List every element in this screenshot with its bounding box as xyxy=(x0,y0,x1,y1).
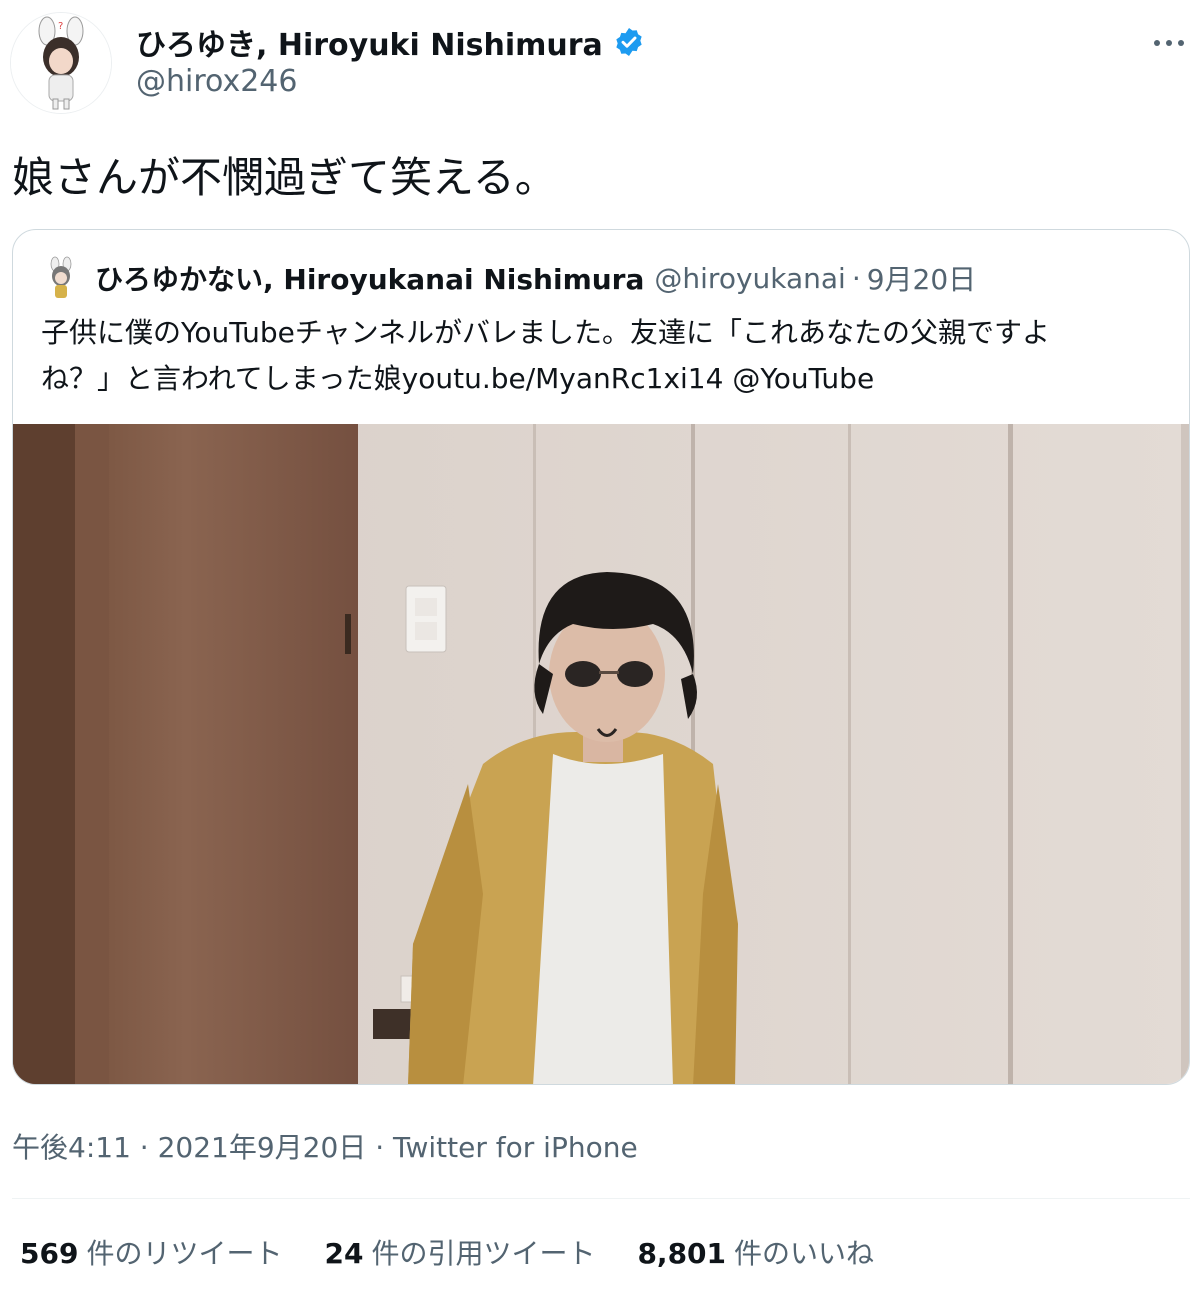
more-horizontal-icon xyxy=(1154,40,1184,46)
quoted-photo[interactable] xyxy=(13,424,1189,1084)
quoted-separator: · xyxy=(851,261,861,295)
author-name-row[interactable]: ひろゆき, Hiroyuki Nishimura xyxy=(136,20,645,64)
tweet-stats: 569 件のリツイート 24 件の引用ツイート 8,801 件のいいね xyxy=(20,1232,916,1272)
svg-text:?: ? xyxy=(58,21,63,32)
verified-badge-icon xyxy=(613,26,645,58)
tweet-meta: 午後4:11 · 2021年9月20日 · Twitter for iPhone xyxy=(12,1126,638,1166)
tweet-time[interactable]: 午後4:11 xyxy=(12,1131,131,1164)
tweet-text: 娘さんが不憫過ぎて笑える。 xyxy=(12,153,557,202)
quoted-author-handle[interactable]: @hiroyukanai xyxy=(654,262,845,295)
quoted-header: ひろゆかない, Hiroyukanai Nishimura @hiroyukan… xyxy=(37,250,976,306)
quotes-stat[interactable]: 24 件の引用ツイート xyxy=(324,1232,595,1272)
meta-separator: · xyxy=(139,1131,149,1164)
likes-stat[interactable]: 8,801 件のいいね xyxy=(637,1232,874,1272)
likes-label: 件のいいね xyxy=(734,1237,875,1270)
quoted-text-line: ね？」と言われてしまった娘youtu.be/MyanRc1xi14 @YouTu… xyxy=(41,362,875,395)
more-options-button[interactable] xyxy=(1152,18,1188,58)
likes-count: 8,801 xyxy=(637,1237,727,1270)
retweets-label: 件のリツイート xyxy=(86,1237,283,1270)
tweet-source[interactable]: Twitter for iPhone xyxy=(393,1131,638,1164)
tweet-date[interactable]: 2021年9月20日 xyxy=(158,1131,367,1164)
retweets-count: 569 xyxy=(20,1237,79,1270)
author-handle[interactable]: @hirox246 xyxy=(136,64,297,99)
photo-person-in-room xyxy=(13,424,1189,1084)
meta-separator: · xyxy=(375,1131,385,1164)
author-avatar[interactable]: ? xyxy=(10,12,112,114)
author-name[interactable]: ひろゆき, Hiroyuki Nishimura xyxy=(136,20,603,64)
avatar-illustration: ? xyxy=(11,13,111,113)
quoted-avatar xyxy=(37,254,85,302)
quoted-text: 子供に僕のYouTubeチャンネルがバレました。友達に「これあなたの父親ですよ … xyxy=(41,310,1171,402)
quotes-label: 件の引用ツイート xyxy=(371,1237,596,1270)
quoted-text-line: 子供に僕のYouTubeチャンネルがバレました。友達に「これあなたの父親ですよ xyxy=(41,316,1051,349)
quotes-count: 24 xyxy=(324,1237,364,1270)
quoted-author-name[interactable]: ひろゆかない, Hiroyukanai Nishimura xyxy=(95,258,644,298)
divider xyxy=(12,1198,1190,1199)
retweets-stat[interactable]: 569 件のリツイート xyxy=(20,1232,282,1272)
quoted-date[interactable]: 9月20日 xyxy=(867,258,976,298)
quoted-tweet[interactable]: ひろゆかない, Hiroyukanai Nishimura @hiroyukan… xyxy=(12,229,1190,1085)
